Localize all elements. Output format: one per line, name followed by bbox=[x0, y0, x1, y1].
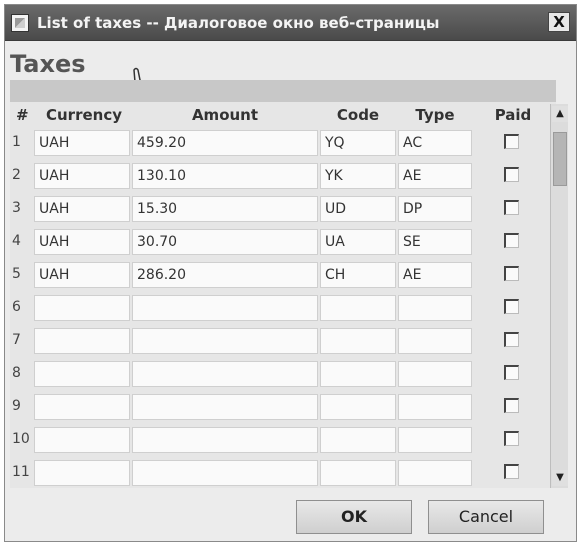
vertical-scrollbar[interactable]: ▲ ▼ bbox=[550, 104, 568, 488]
column-header-currency: Currency bbox=[45, 106, 122, 124]
code-cell[interactable]: UA bbox=[320, 229, 396, 255]
code-cell[interactable]: YQ bbox=[320, 130, 396, 156]
type-cell[interactable]: AE bbox=[398, 163, 472, 189]
table-row: 4 UAH 30.70 UA SE bbox=[10, 227, 556, 256]
code-cell[interactable] bbox=[320, 394, 396, 420]
amount-cell[interactable] bbox=[132, 361, 318, 387]
paid-checkbox[interactable] bbox=[504, 299, 519, 314]
code-cell[interactable]: CH bbox=[320, 262, 396, 288]
page-icon bbox=[11, 14, 29, 32]
column-header-number: # bbox=[16, 106, 29, 124]
currency-cell[interactable]: UAH bbox=[34, 163, 130, 189]
row-number: 5 bbox=[12, 266, 21, 282]
paid-checkbox[interactable] bbox=[504, 332, 519, 347]
table-row: 7 bbox=[10, 326, 556, 355]
amount-cell[interactable] bbox=[132, 427, 318, 453]
row-number: 4 bbox=[12, 233, 21, 249]
code-cell[interactable] bbox=[320, 361, 396, 387]
ok-button[interactable]: OK bbox=[296, 500, 412, 534]
cancel-button[interactable]: Cancel bbox=[428, 500, 544, 534]
title-bar[interactable]: List of taxes -- Диалоговое окно веб-стр… bbox=[5, 5, 576, 41]
row-number: 1 bbox=[12, 134, 21, 150]
paid-checkbox[interactable] bbox=[504, 167, 519, 182]
type-cell[interactable] bbox=[398, 295, 472, 321]
type-cell[interactable] bbox=[398, 460, 472, 486]
scrollbar-thumb[interactable] bbox=[553, 132, 567, 186]
paid-checkbox[interactable] bbox=[504, 200, 519, 215]
scroll-down-arrow-icon[interactable]: ▼ bbox=[552, 470, 568, 486]
code-cell[interactable] bbox=[320, 427, 396, 453]
paid-checkbox[interactable] bbox=[504, 365, 519, 380]
amount-cell[interactable]: 15.30 bbox=[132, 196, 318, 222]
column-header-paid: Paid bbox=[494, 106, 532, 124]
close-button[interactable]: X bbox=[548, 12, 570, 32]
amount-cell[interactable]: 130.10 bbox=[132, 163, 318, 189]
type-cell[interactable] bbox=[398, 328, 472, 354]
table-row: 10 bbox=[10, 425, 556, 454]
paid-checkbox[interactable] bbox=[504, 431, 519, 446]
table-row: 6 bbox=[10, 293, 556, 322]
table-row: 9 bbox=[10, 392, 556, 421]
currency-cell[interactable]: UAH bbox=[34, 262, 130, 288]
column-header-type: Type bbox=[415, 106, 455, 124]
row-number: 10 bbox=[12, 431, 30, 447]
table-row: 11 bbox=[10, 458, 556, 487]
row-number: 8 bbox=[12, 365, 21, 381]
currency-cell[interactable] bbox=[34, 361, 130, 387]
row-number: 2 bbox=[12, 167, 21, 183]
paid-checkbox[interactable] bbox=[504, 398, 519, 413]
currency-cell[interactable] bbox=[34, 460, 130, 486]
code-cell[interactable]: YK bbox=[320, 163, 396, 189]
type-cell[interactable]: SE bbox=[398, 229, 472, 255]
column-header-code: Code bbox=[336, 106, 380, 124]
amount-cell[interactable] bbox=[132, 295, 318, 321]
table-row: 2 UAH 130.10 YK AE bbox=[10, 161, 556, 190]
paid-checkbox[interactable] bbox=[504, 464, 519, 479]
paid-checkbox[interactable] bbox=[504, 134, 519, 149]
table-row: 8 bbox=[10, 359, 556, 388]
table-row: 5 UAH 286.20 CH AE bbox=[10, 260, 556, 289]
row-number: 9 bbox=[12, 398, 21, 414]
row-number: 3 bbox=[12, 200, 21, 216]
amount-cell[interactable]: 30.70 bbox=[132, 229, 318, 255]
type-cell[interactable]: AC bbox=[398, 130, 472, 156]
scroll-up-arrow-icon[interactable]: ▲ bbox=[552, 106, 568, 122]
table-row: 1 UAH 459.20 YQ AC bbox=[10, 128, 556, 157]
page-title: Taxes bbox=[10, 50, 86, 78]
currency-cell[interactable] bbox=[34, 328, 130, 354]
currency-cell[interactable]: UAH bbox=[34, 130, 130, 156]
code-cell[interactable] bbox=[320, 328, 396, 354]
column-header-amount: Amount bbox=[191, 106, 259, 124]
amount-cell[interactable]: 459.20 bbox=[132, 130, 318, 156]
window-title: List of taxes -- Диалоговое окно веб-стр… bbox=[37, 14, 440, 32]
amount-cell[interactable] bbox=[132, 328, 318, 354]
type-cell[interactable] bbox=[398, 427, 472, 453]
row-number: 7 bbox=[12, 332, 21, 348]
type-cell[interactable] bbox=[398, 394, 472, 420]
currency-cell[interactable] bbox=[34, 427, 130, 453]
paid-checkbox[interactable] bbox=[504, 266, 519, 281]
code-cell[interactable] bbox=[320, 460, 396, 486]
paid-checkbox[interactable] bbox=[504, 233, 519, 248]
type-cell[interactable] bbox=[398, 361, 472, 387]
currency-cell[interactable] bbox=[34, 394, 130, 420]
row-number: 11 bbox=[12, 464, 30, 480]
amount-cell[interactable] bbox=[132, 394, 318, 420]
amount-cell[interactable]: 286.20 bbox=[132, 262, 318, 288]
currency-cell[interactable] bbox=[34, 295, 130, 321]
table-row: 3 UAH 15.30 UD DP bbox=[10, 194, 556, 223]
row-number: 6 bbox=[12, 299, 21, 315]
header-band bbox=[10, 80, 556, 102]
type-cell[interactable]: AE bbox=[398, 262, 472, 288]
currency-cell[interactable]: UAH bbox=[34, 196, 130, 222]
amount-cell[interactable] bbox=[132, 460, 318, 486]
code-cell[interactable] bbox=[320, 295, 396, 321]
currency-cell[interactable]: UAH bbox=[34, 229, 130, 255]
code-cell[interactable]: UD bbox=[320, 196, 396, 222]
type-cell[interactable]: DP bbox=[398, 196, 472, 222]
